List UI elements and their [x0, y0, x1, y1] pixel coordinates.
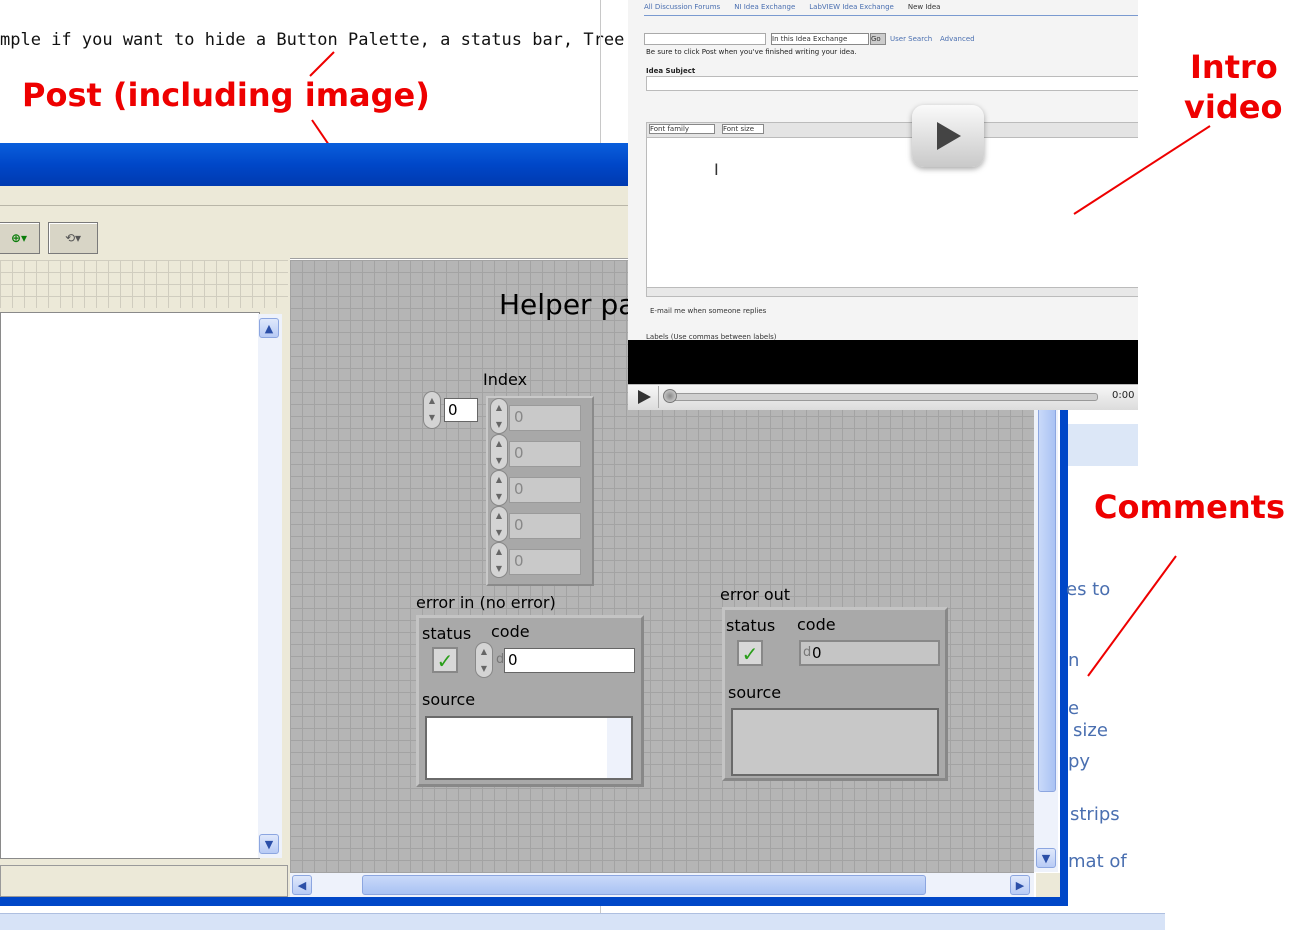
- panel-scroll-right-button[interactable]: ▶: [1010, 875, 1030, 895]
- comment-fragment-5: py: [1068, 751, 1091, 772]
- panel-scroll-down-button[interactable]: ▼: [1036, 848, 1056, 868]
- panel-scroll-left-button[interactable]: ◀: [292, 875, 312, 895]
- bottom-scroll-strip: [0, 913, 1165, 930]
- error-out-source-field: [731, 708, 939, 776]
- controls-divider: [658, 386, 659, 408]
- resize-grip-icon[interactable]: [1036, 873, 1060, 897]
- reorder-button[interactable]: ⟲▾: [48, 222, 98, 254]
- error-out-status-indicator: ✓: [737, 640, 763, 666]
- video-seek-handle[interactable]: [663, 389, 677, 403]
- error-out-status-label: status: [726, 616, 776, 635]
- error-out-code-radix: d: [803, 645, 812, 660]
- video-progress-track[interactable]: [664, 393, 1098, 401]
- video-search-input: [644, 33, 766, 45]
- play-icon: [937, 122, 961, 150]
- panel-title: Helper pa: [499, 288, 636, 321]
- array-element-spinner-3[interactable]: ▲ ▼: [490, 470, 508, 506]
- video-search-scope: In this Idea Exchange: [771, 33, 869, 45]
- comment-fragment-4: size: [1073, 720, 1108, 741]
- chevron-down-icon: ▼: [1041, 852, 1051, 865]
- error-in-code-spinner[interactable]: ▲ ▼: [475, 642, 493, 678]
- error-in-code-field[interactable]: 0: [504, 648, 635, 673]
- chevron-up-icon: ▲: [264, 322, 274, 335]
- crumb-ni-idea-exchange: NI Idea Exchange: [734, 3, 796, 11]
- scroll-down-button[interactable]: ▼: [259, 834, 279, 854]
- error-in-status-checkbox[interactable]: ✓: [432, 647, 458, 673]
- crumb-new-idea: New Idea: [907, 3, 941, 11]
- array-element-spinner-4[interactable]: ▲ ▼: [490, 506, 508, 542]
- annotation-intro: Intro: [1190, 48, 1278, 86]
- post-column-divider: [600, 0, 601, 143]
- array-element-5[interactable]: 0: [509, 549, 581, 575]
- left-list-scrollbar[interactable]: [258, 314, 282, 858]
- array-element-spinner-1[interactable]: ▲ ▼: [490, 398, 508, 434]
- array-element-4[interactable]: 0: [509, 513, 581, 539]
- chevron-right-icon: ▶: [1015, 879, 1025, 892]
- error-in-source-label: source: [422, 690, 476, 709]
- comment-fragment-6: strips: [1070, 804, 1120, 825]
- array-element-3[interactable]: 0: [509, 477, 581, 503]
- error-in-code-label: code: [491, 622, 530, 641]
- error-in-label: error in (no error): [416, 593, 556, 612]
- index-label: Index: [483, 370, 528, 389]
- error-out-code-label: code: [797, 615, 836, 634]
- left-pane-grid-header: [0, 260, 288, 308]
- reorder-icon: ⟲▾: [64, 231, 82, 245]
- video-email-option: E-mail me when someone replies: [650, 307, 767, 315]
- video-search-go: Go: [870, 33, 886, 45]
- left-listbox[interactable]: [0, 312, 260, 859]
- video-play-button[interactable]: [636, 389, 652, 409]
- play-icon: [638, 390, 651, 404]
- checkmark-icon: ✓: [436, 649, 454, 673]
- video-font-size: Font size: [722, 124, 764, 134]
- annotation-arrows-right: [1073, 125, 1211, 677]
- distribute-icon: ⊕▾: [10, 231, 28, 245]
- video-user-search: User Search: [890, 35, 933, 43]
- panel-vertical-thumb[interactable]: [1038, 404, 1056, 792]
- error-out-source-label: source: [728, 683, 782, 702]
- breadcrumb-divider: [644, 15, 1138, 16]
- error-in-source-scrollbar[interactable]: [607, 718, 631, 778]
- crumb-all-forums: All Discussion Forums: [644, 3, 721, 11]
- index-increment-spinner[interactable]: ▲ ▼: [423, 391, 441, 429]
- array-element-spinner-2[interactable]: ▲ ▼: [490, 434, 508, 470]
- error-in-source-field[interactable]: [425, 716, 633, 780]
- video-advanced: Advanced: [940, 35, 975, 43]
- scroll-up-button[interactable]: ▲: [259, 318, 279, 338]
- comment-fragment-3: e: [1068, 698, 1080, 719]
- video-subject-field: [646, 76, 1138, 91]
- chevron-down-icon: ▼: [264, 838, 274, 851]
- panel-horizontal-thumb[interactable]: [362, 875, 926, 895]
- comment-fragment-7: mat of: [1068, 851, 1127, 872]
- error-in-status-label: status: [422, 624, 472, 643]
- annotation-post: Post (including image): [22, 76, 430, 114]
- chevron-left-icon: ◀: [297, 879, 307, 892]
- video-play-overlay-button[interactable]: [912, 105, 984, 167]
- array-element-1[interactable]: 0: [509, 405, 581, 431]
- error-out-code-value: 0: [812, 644, 822, 662]
- error-out-label: error out: [720, 585, 791, 604]
- crumb-labview-idea-exchange: LabVIEW Idea Exchange: [809, 3, 894, 11]
- video-breadcrumb: All Discussion Forums NI Idea Exchange L…: [644, 3, 940, 11]
- distribute-objects-button[interactable]: ⊕▾: [0, 222, 40, 254]
- array-element-2[interactable]: 0: [509, 441, 581, 467]
- checkmark-icon: ✓: [741, 642, 759, 666]
- index-value-field[interactable]: 0: [444, 398, 478, 422]
- left-status-strip: [0, 865, 288, 897]
- video-instruction: Be sure to click Post when you've finish…: [646, 48, 857, 56]
- video-font-family: Font family: [649, 124, 715, 134]
- array-element-spinner-5[interactable]: ▲ ▼: [490, 542, 508, 578]
- video-subject-label: Idea Subject: [646, 67, 696, 75]
- text-cursor-icon: I: [714, 160, 719, 179]
- labview-window-bottom-border: [0, 897, 1068, 906]
